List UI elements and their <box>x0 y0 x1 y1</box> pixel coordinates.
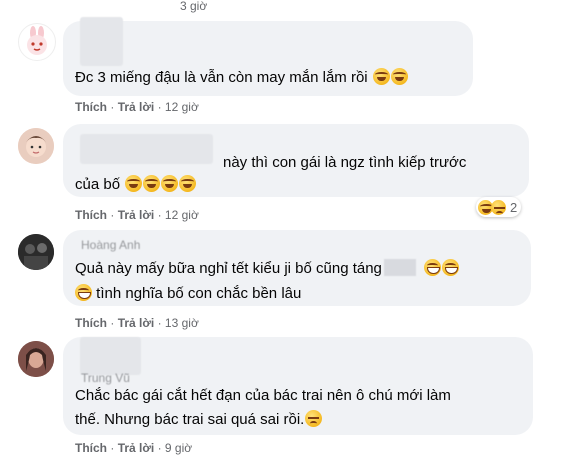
comment-bubble: Trung Vũ Chắc bác gái cắt hết đạn của bá… <box>63 337 533 435</box>
blurred-author-name <box>80 17 123 66</box>
blurred-author-name <box>80 134 213 164</box>
comment-actions: Thích · Trả lời · 12 giờ <box>75 208 199 222</box>
blurred-author-name <box>80 337 141 375</box>
rofl-emoji-icon <box>143 175 161 192</box>
dark-photo-avatar-icon <box>18 234 54 270</box>
comment-text: thế. Nhưng bác trai sai quá sai rồi. <box>75 407 323 432</box>
comment-text: của bố <box>75 172 197 197</box>
avatar[interactable] <box>18 128 54 164</box>
reaction-count: 2 <box>510 199 518 215</box>
comment-text: Quả này mấy bữa nghỉ tết kiểu ji bố cũng… <box>75 256 460 281</box>
bunny-avatar-icon <box>27 26 47 55</box>
comment-bubble: này thì con gái là ngz tình kiếp trước c… <box>63 124 529 197</box>
like-link[interactable]: Thích <box>75 441 107 455</box>
comment-text: tình nghĩa bố con chắc bền lâu <box>75 281 301 306</box>
comment-text: này thì con gái là ngz tình kiếp trước <box>223 154 467 171</box>
rofl-emoji-icon <box>161 175 179 192</box>
like-link[interactable]: Thích <box>75 316 107 330</box>
comment-actions: Thích · Trả lời · 12 giờ <box>75 100 199 114</box>
comment-text: Chắc bác gái cắt hết đạn của bác trai nê… <box>75 387 451 404</box>
rofl-emoji-icon <box>372 68 390 85</box>
sad-reaction-icon <box>491 199 506 215</box>
rofl-emoji-icon <box>125 175 143 192</box>
comment-actions: Thích · Trả lời · 13 giờ <box>75 316 199 330</box>
previous-comment-time: 3 giờ <box>180 0 208 13</box>
timestamp[interactable]: 13 giờ <box>165 316 199 330</box>
grin-emoji-icon <box>442 259 460 276</box>
sad-emoji-icon <box>305 410 323 427</box>
reaction-summary[interactable]: 2 <box>476 197 522 217</box>
like-link[interactable]: Thích <box>75 100 107 114</box>
comment-text: Đc 3 miếng đậu là vẫn còn may mắn lắm rồ… <box>75 65 408 90</box>
timestamp[interactable]: 12 giờ <box>165 208 199 222</box>
grin-emoji-icon <box>424 259 442 276</box>
like-link[interactable]: Thích <box>75 208 107 222</box>
rofl-emoji-icon <box>179 175 197 192</box>
reply-link[interactable]: Trả lời <box>118 316 155 330</box>
woman-photo-avatar-icon <box>18 341 54 377</box>
comment-bubble: Hoàng Anh Quả này mấy bữa nghỉ tết kiểu … <box>63 230 531 306</box>
avatar[interactable] <box>18 23 56 61</box>
comment-actions: Thích · Trả lời · 9 giờ <box>75 441 193 455</box>
author-name[interactable]: Hoàng Anh <box>81 238 140 252</box>
timestamp[interactable]: 12 giờ <box>165 100 199 114</box>
comment-bubble: Đc 3 miếng đậu là vẫn còn may mắn lắm rồ… <box>63 17 473 96</box>
redacted-text <box>383 259 416 276</box>
reply-link[interactable]: Trả lời <box>118 441 155 455</box>
avatar[interactable] <box>18 341 54 377</box>
timestamp[interactable]: 9 giờ <box>165 441 192 455</box>
grin-emoji-icon <box>75 284 92 301</box>
avatar[interactable] <box>18 234 54 270</box>
child-avatar-icon <box>18 128 54 164</box>
rofl-emoji-icon <box>390 68 408 85</box>
reply-link[interactable]: Trả lời <box>118 208 155 222</box>
reply-link[interactable]: Trả lời <box>118 100 155 114</box>
